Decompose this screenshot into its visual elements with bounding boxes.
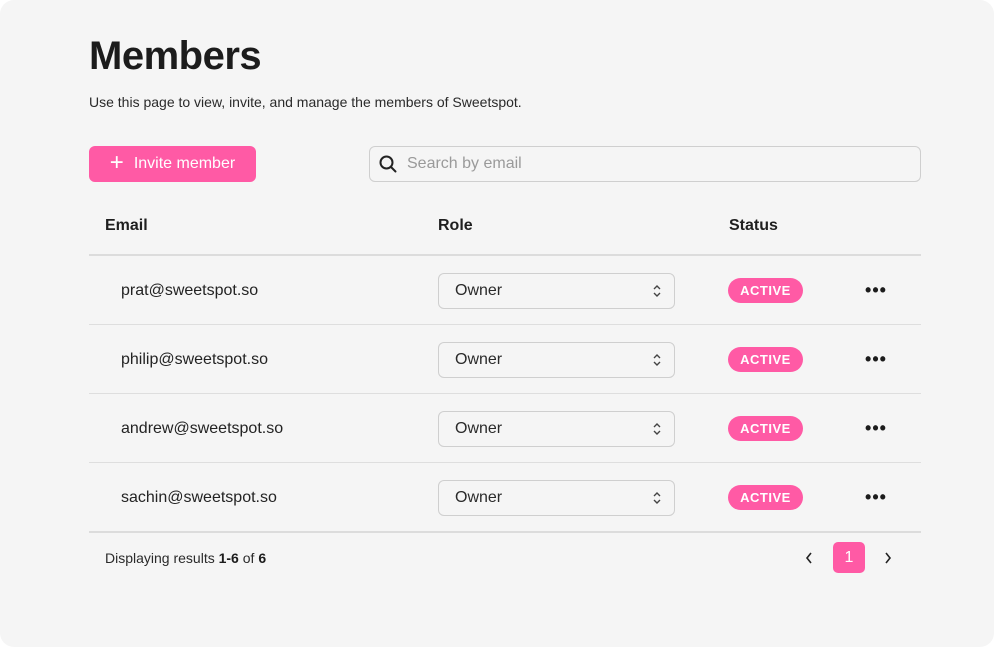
results-of: of [238,550,259,566]
status-badge: ACTIVE [728,347,803,372]
chevron-up-down-icon [653,423,661,435]
more-horizontal-icon[interactable]: ••• [860,416,892,440]
status-badge: ACTIVE [728,416,803,441]
status-badge: ACTIVE [728,278,803,303]
role-select[interactable]: Owner [438,480,675,516]
search-box[interactable] [369,146,921,182]
more-horizontal-icon[interactable]: ••• [860,485,892,509]
results-prefix: Displaying results [105,550,219,566]
status-badge: ACTIVE [728,485,803,510]
column-header-role[interactable]: Role [438,217,473,235]
table-row: prat@sweetspot.so Owner ACTIVE ••• [89,256,921,325]
table-row: philip@sweetspot.so Owner ACTIVE ••• [89,325,921,394]
member-email: philip@sweetspot.so [121,351,268,368]
column-header-status[interactable]: Status [729,217,778,235]
chevron-left-icon[interactable] [799,546,819,570]
role-select[interactable]: Owner [438,342,675,378]
invite-member-label: Invite member [133,155,236,172]
role-select[interactable]: Owner [438,273,675,309]
member-email: andrew@sweetspot.so [121,420,284,437]
table-footer-divider [89,531,921,533]
chevron-right-icon[interactable] [878,546,898,570]
chevron-up-down-icon [653,492,661,504]
role-value: Owner [455,351,503,368]
search-input[interactable] [407,155,887,173]
role-value: Owner [455,489,503,506]
chevron-up-down-icon [653,354,661,366]
results-total: 6 [258,550,267,566]
page-subtitle: Use this page to view, invite, and manag… [89,94,522,110]
more-horizontal-icon[interactable]: ••• [860,278,892,302]
chevron-up-down-icon [653,285,661,297]
pagination-page-button[interactable]: 1 [833,542,865,573]
results-summary: Displaying results 1-6 of 6 [105,550,266,566]
page-title: Members [89,34,262,78]
plus-icon: + [109,149,124,176]
member-email: prat@sweetspot.so [121,282,259,299]
column-header-email[interactable]: Email [105,217,148,235]
results-range: 1-6 [218,550,239,566]
more-horizontal-icon[interactable]: ••• [860,347,892,371]
invite-member-button[interactable]: + Invite member [89,146,256,182]
member-email: sachin@sweetspot.so [121,489,277,506]
role-value: Owner [455,420,503,437]
role-select[interactable]: Owner [438,411,675,447]
table-row: andrew@sweetspot.so Owner ACTIVE ••• [89,394,921,463]
role-value: Owner [455,282,503,299]
search-icon [379,155,397,173]
table-row: sachin@sweetspot.so Owner ACTIVE ••• [89,463,921,532]
members-panel: Members Use this page to view, invite, a… [0,0,994,647]
